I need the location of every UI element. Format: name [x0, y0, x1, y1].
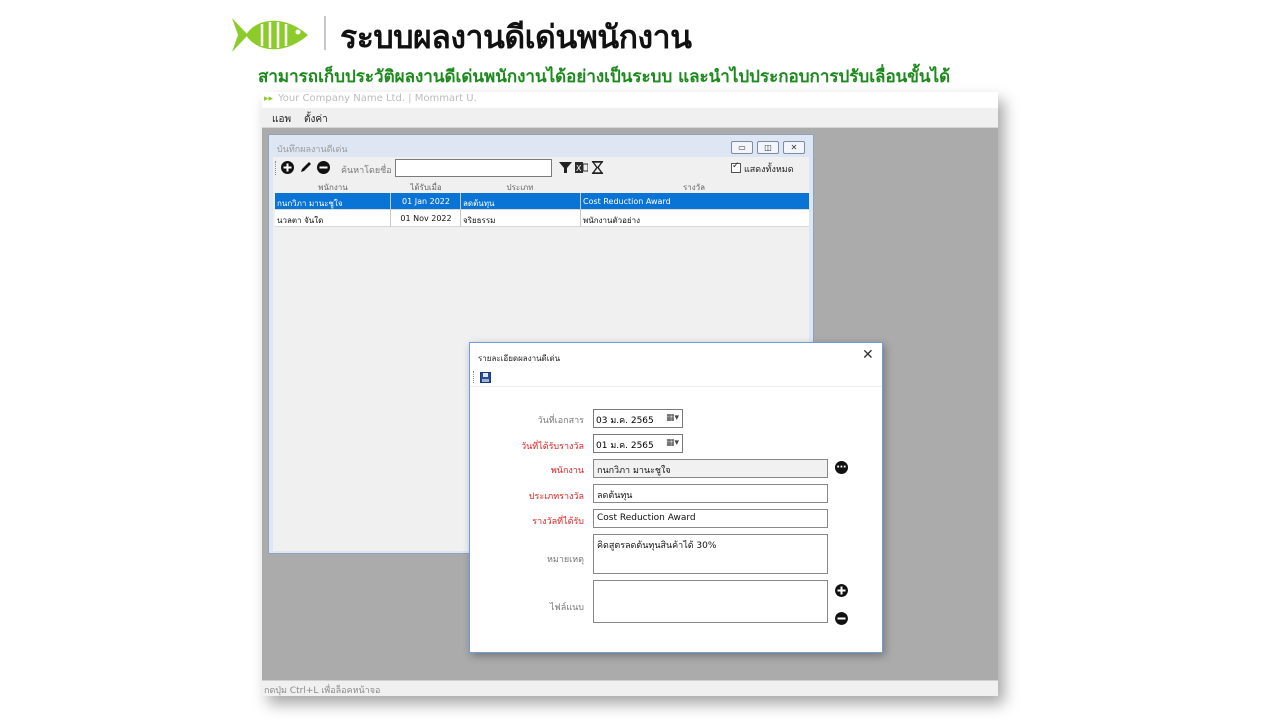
calendar-dropdown-icon[interactable]: ▦▾: [666, 413, 679, 423]
toolbar-grip: [275, 161, 277, 175]
award-date-value: 01 ม.ค. 2565: [596, 441, 654, 451]
add-icon[interactable]: [281, 161, 294, 174]
cell-employee: กนกวิภา มานะชูใจ: [277, 199, 343, 208]
list-toolbar: ค้นหาโดยชื่อ : X แสดงทั้งหมด: [273, 157, 809, 179]
save-icon[interactable]: [480, 372, 491, 383]
attachment-label: ไฟล์แนบ: [549, 603, 584, 613]
award-label: รางวัลที่ได้รับ: [532, 517, 584, 527]
calendar-dropdown-icon[interactable]: ▦▾: [666, 438, 679, 448]
dialog-title: รายละเอียดผลงานดีเด่น: [478, 354, 561, 363]
app-statusbar: กดปุ่ม Ctrl+L เพื่อล็อคหน้าจอ: [262, 680, 998, 696]
note-label: หมายเหตุ: [546, 555, 584, 565]
close-window-button[interactable]: ✕: [783, 141, 805, 154]
app-title: Your Company Name Ltd. | Mommart U.: [278, 93, 477, 104]
table-row[interactable]: กนกวิภา มานะชูใจ 01 Jan 2022 ลดต้นทุน Co…: [275, 193, 809, 210]
minimize-button[interactable]: ▭: [731, 141, 753, 154]
toolbar-grip: [473, 371, 475, 383]
add-attachment-icon[interactable]: [835, 584, 848, 597]
page-title: ระบบผลงานดีเด่นพนักงาน: [340, 18, 692, 56]
employee-label: พนักงาน: [550, 466, 584, 476]
search-label: ค้นหาโดยชื่อ :: [341, 166, 398, 176]
edit-pencil-icon[interactable]: [299, 161, 312, 174]
cell-date: 01 Nov 2022: [400, 214, 452, 223]
remove-attachment-icon[interactable]: [835, 612, 848, 625]
table-row[interactable]: นวลตา จันใด 01 Nov 2022 จริยธรรม พนักงาน…: [275, 210, 809, 227]
app-titlebar: ▸▸ Your Company Name Ltd. | Mommart U.: [262, 92, 998, 108]
cell-separator: [580, 193, 581, 210]
award-field[interactable]: Cost Reduction Award: [593, 509, 828, 528]
attachment-list[interactable]: [593, 580, 828, 623]
close-icon[interactable]: ✕: [862, 347, 874, 363]
list-window-title: บันทึกผลงานดีเด่น: [277, 145, 348, 155]
show-all-label: แสดงทั้งหมด: [744, 165, 794, 175]
more-options-icon[interactable]: ⋯: [835, 461, 848, 474]
grid-header: พนักงาน ได้รับเมื่อ ประเภท รางวัล: [275, 179, 809, 193]
note-textarea[interactable]: คิดสูตรลดต้นทุนสินค้าได้ 30%: [593, 534, 828, 574]
award-date-label: วันที่ได้รับรางวัล: [521, 442, 584, 452]
award-date-picker[interactable]: 01 ม.ค. 2565 ▦▾: [593, 434, 683, 453]
checkbox-checked[interactable]: [731, 161, 741, 173]
cell-separator: [580, 210, 581, 227]
menu-settings[interactable]: ตั้งค่า: [304, 112, 328, 127]
status-text: กดปุ่ม Ctrl+L เพื่อล็อคหน้าจอ: [264, 686, 381, 696]
cell-date: 01 Jan 2022: [402, 197, 450, 206]
app-logo-icon: ▸▸: [264, 94, 274, 104]
cell-separator: [390, 210, 391, 227]
award-type-field[interactable]: ลดต้นทุน: [593, 484, 828, 503]
award-grid: พนักงาน ได้รับเมื่อ ประเภท รางวัล กนกวิภ…: [275, 179, 809, 227]
list-titlebar: บันทึกผลงานดีเด่น ▭ ◫ ✕: [269, 135, 813, 157]
cell-separator: [460, 193, 461, 210]
page-subtitle: สามารถเก็บประวัติผลงานดีเด่นพนักงานได้อย…: [258, 67, 951, 87]
doc-date-label: วันที่เอกสาร: [537, 416, 584, 426]
cell-employee: นวลตา จันใด: [277, 216, 324, 225]
menu-app[interactable]: แอพ: [272, 112, 291, 127]
award-detail-dialog: รายละเอียดผลงานดีเด่น ✕ วันที่เอกสาร 03 …: [469, 342, 883, 653]
excel-export-icon[interactable]: X: [575, 161, 588, 174]
dialog-toolbar: [470, 367, 882, 387]
title-divider: [324, 16, 326, 50]
doc-date-picker[interactable]: 03 ม.ค. 2565 ▦▾: [593, 409, 683, 428]
search-input[interactable]: [395, 159, 552, 177]
cell-type: ลดต้นทุน: [463, 199, 495, 208]
employee-field[interactable]: กนกวิภา มานะชูใจ: [593, 459, 828, 478]
remove-icon[interactable]: [317, 161, 330, 174]
cell-separator: [460, 210, 461, 227]
fish-logo: [232, 18, 308, 52]
app-menubar: แอพ ตั้งค่า: [262, 108, 998, 128]
show-all-checkbox[interactable]: แสดงทั้งหมด: [731, 161, 794, 176]
filter-icon[interactable]: [559, 161, 572, 174]
doc-date-value: 03 ม.ค. 2565: [596, 416, 654, 426]
cell-type: จริยธรรม: [463, 216, 496, 225]
cell-award: พนักงานตัวอย่าง: [583, 216, 641, 225]
cell-separator: [390, 193, 391, 210]
maximize-button[interactable]: ◫: [757, 141, 779, 154]
cell-award: Cost Reduction Award: [583, 197, 671, 206]
svg-text:X: X: [576, 164, 582, 173]
hourglass-icon[interactable]: [591, 161, 604, 174]
award-type-label: ประเภทรางวัล: [528, 492, 584, 502]
